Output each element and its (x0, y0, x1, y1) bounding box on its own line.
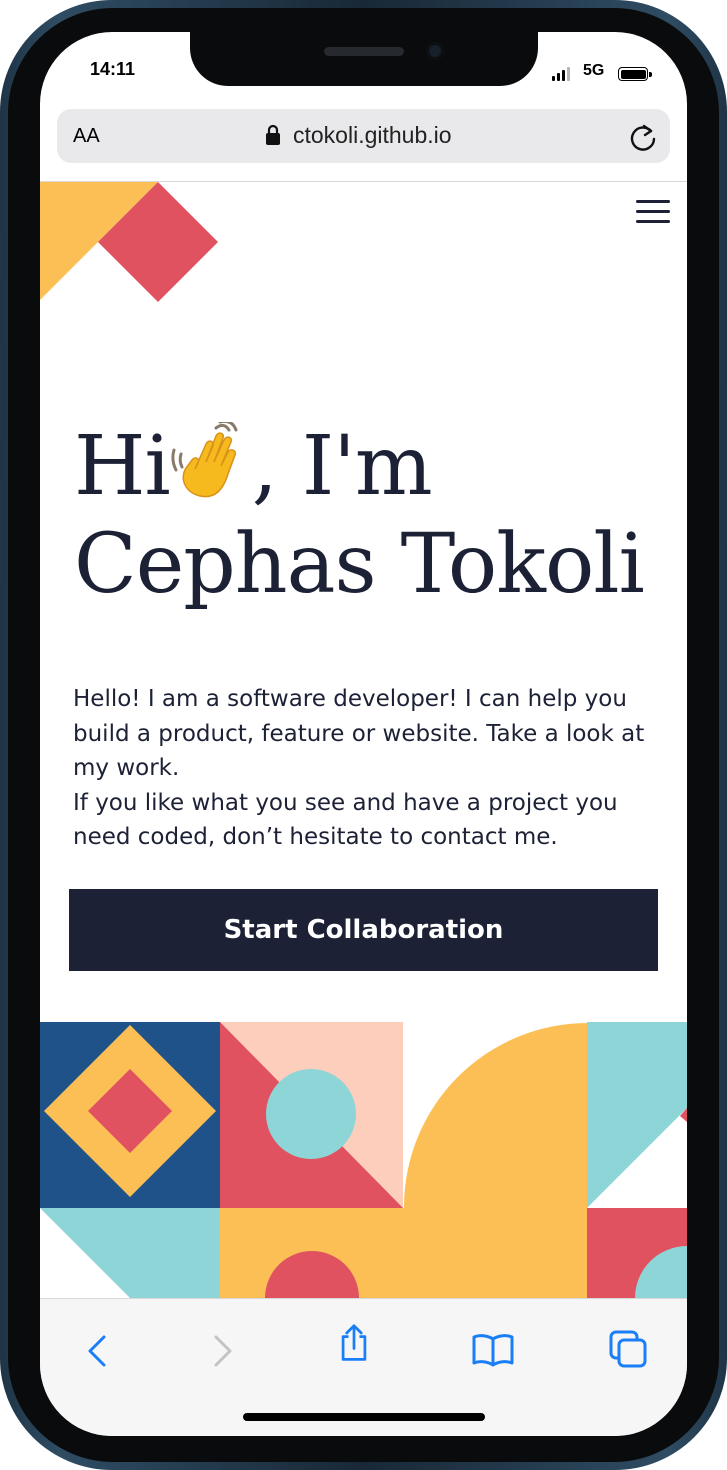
notch (190, 32, 538, 86)
intro-paragraph-1: Hello! I am a software developer! I can … (73, 686, 645, 781)
heading-greeting: Hi (74, 419, 171, 514)
text-size-button[interactable]: AA (73, 125, 100, 148)
battery-icon (618, 67, 652, 81)
speaker (324, 47, 404, 56)
menu-icon[interactable] (636, 200, 670, 224)
intro-text: Hello! I am a software developer! I can … (73, 682, 663, 855)
geometric-artwork (40, 1022, 687, 1298)
bookmarks-icon[interactable] (471, 1329, 515, 1369)
hero-heading: Hi , I'm Cephas Tokoli (74, 418, 674, 614)
lock-icon (266, 124, 280, 145)
volume-down-button (0, 478, 7, 590)
waving-hand-icon (171, 422, 238, 498)
tabs-icon[interactable] (608, 1329, 648, 1369)
share-icon[interactable] (334, 1323, 374, 1363)
url-text[interactable]: ctokoli.github.io (293, 122, 452, 149)
back-icon[interactable] (78, 1329, 118, 1369)
forward-icon[interactable] (202, 1329, 242, 1369)
network-type: 5G (583, 62, 605, 79)
intro-paragraph-2: If you like what you see and have a proj… (73, 789, 618, 851)
power-button (720, 378, 727, 550)
camera (426, 42, 444, 60)
silent-switch (0, 228, 7, 286)
heading-name: Cephas Tokoli (74, 517, 645, 612)
screen: 14:11 5G AA ctokoli.github.io Hi , I'm C… (40, 32, 687, 1436)
site-logo[interactable] (40, 182, 240, 312)
heading-im: , I'm (251, 419, 433, 514)
start-collaboration-button[interactable]: Start Collaboration (69, 889, 658, 971)
reload-icon[interactable] (628, 122, 658, 152)
status-time: 14:11 (90, 59, 136, 79)
home-indicator[interactable] (243, 1413, 485, 1421)
volume-up-button (0, 336, 7, 448)
signal-icon (552, 67, 572, 81)
address-bar[interactable]: AA ctokoli.github.io (57, 109, 670, 163)
